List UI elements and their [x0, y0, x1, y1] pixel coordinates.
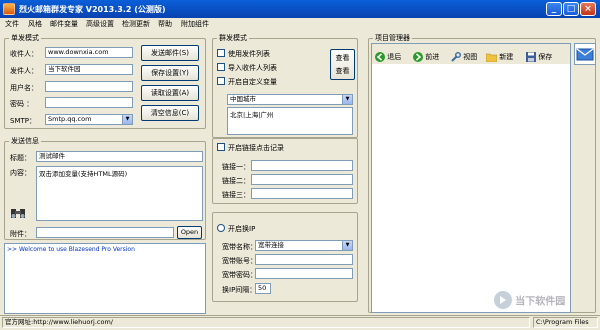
subject-label: 标题：	[10, 154, 31, 162]
bb-name-label: 宽带名称：	[222, 243, 257, 251]
project-manager-label: 项目管理器	[373, 33, 412, 43]
import-list-label: 导入收件人列表	[228, 64, 277, 72]
view-toolbar-button[interactable]: 视图	[450, 50, 477, 64]
smtp-select[interactable]: Smtp.qq.com ▼	[45, 114, 133, 125]
cities-textarea[interactable]: 北京|上海|广州	[227, 107, 353, 135]
change-ip-label: 开启换IP	[228, 225, 256, 233]
link-tracking-checkbox[interactable]	[217, 143, 225, 151]
content-textarea[interactable]: 双击添加变量(支持HTML源码)	[36, 166, 203, 221]
link3-label: 链接三：	[222, 191, 250, 199]
status-website: 官方网址:http://www.liehuorj.com/	[2, 317, 530, 328]
menu-help[interactable]: 帮助	[158, 19, 172, 29]
link3-input[interactable]	[251, 188, 353, 199]
open-button[interactable]: Open	[177, 226, 202, 239]
username-input[interactable]	[45, 81, 133, 92]
watermark-icon	[494, 291, 512, 309]
import-list-checkbox[interactable]	[217, 63, 225, 71]
forward-arrow-icon	[413, 52, 423, 62]
custom-var-checkbox[interactable]	[217, 77, 225, 85]
content-label: 内容：	[10, 169, 31, 177]
bb-password-input[interactable]	[255, 268, 353, 279]
view-button-2[interactable]: 查看	[331, 65, 354, 78]
menu-style[interactable]: 风格	[28, 19, 42, 29]
new-label: 新建	[499, 53, 514, 61]
smtp-value: Smtp.qq.com	[48, 115, 92, 123]
menu-variables[interactable]: 邮件变量	[50, 19, 78, 29]
minimize-icon[interactable]: _	[546, 2, 562, 16]
link2-label: 链接二：	[222, 177, 250, 185]
bb-account-label: 宽带账号：	[222, 257, 257, 265]
recipient-label: 收件人：	[10, 50, 38, 58]
bb-password-label: 宽带密码：	[222, 271, 257, 279]
username-label: 用户名：	[10, 84, 38, 92]
menu-bar: 文件 风格 邮件变量 高级设置 检测更新 帮助 附加组件	[0, 18, 600, 30]
view-toolbar-label: 视图	[463, 53, 478, 61]
back-label: 退后	[387, 53, 402, 61]
menu-update[interactable]: 检测更新	[122, 19, 150, 29]
save-toolbar-label: 保存	[538, 53, 553, 61]
bb-name-value: 宽带连接	[258, 241, 284, 249]
link-tracking-label: 开启链接点击记录	[228, 144, 284, 152]
sender-input[interactable]: 当下软件园	[45, 64, 133, 75]
chevron-down-icon[interactable]: ▼	[342, 95, 352, 104]
region-value: 中国城市	[230, 95, 256, 103]
folder-icon	[485, 53, 498, 63]
window-title: 烈火邮箱群发专家 V2013.3.2 (公测版)	[19, 5, 166, 14]
wrench-icon	[451, 51, 461, 62]
log-text: >> Welcome to use Blazesend Pro Version	[7, 246, 135, 253]
title-bar: 烈火邮箱群发专家 V2013.3.2 (公测版) _ □ ×	[0, 0, 600, 18]
binoculars-icon[interactable]	[10, 204, 26, 220]
back-button[interactable]: 退后	[375, 50, 401, 64]
interval-label: 换IP间隔：	[222, 286, 257, 294]
change-ip-radio[interactable]	[217, 224, 225, 232]
new-button[interactable]: 新建	[485, 50, 514, 64]
password-label: 密码 ：	[10, 100, 34, 108]
use-list-label: 使用发件列表	[228, 50, 270, 58]
floppy-disk-icon	[526, 52, 536, 62]
group-mode-label: 群发模式	[217, 33, 249, 43]
save-settings-button[interactable]: 保存设置(Y)	[141, 65, 199, 81]
send-info-label: 发送信息	[9, 136, 41, 146]
close-icon[interactable]: ×	[580, 2, 596, 16]
sender-label: 发件人：	[10, 67, 38, 75]
attachment-label: 附件：	[10, 230, 31, 238]
custom-var-label: 开启自定义变量	[228, 78, 277, 86]
subject-input[interactable]: 测试邮件	[36, 151, 203, 162]
bb-name-select[interactable]: 宽带连接 ▼	[255, 240, 353, 251]
password-input[interactable]	[45, 97, 133, 108]
chevron-down-icon[interactable]: ▼	[122, 115, 132, 124]
read-settings-button[interactable]: 读取设置(A)	[141, 85, 199, 101]
smtp-label: SMTP：	[10, 117, 36, 125]
interval-input[interactable]: 50	[255, 283, 271, 294]
mail-icon[interactable]	[574, 43, 596, 65]
chevron-down-icon[interactable]: ▼	[342, 241, 352, 250]
menu-advanced[interactable]: 高级设置	[86, 19, 114, 29]
region-select[interactable]: 中国城市 ▼	[227, 94, 353, 105]
clear-info-button[interactable]: 清空信息(C)	[141, 105, 199, 121]
recipient-input[interactable]: www.downxia.com	[45, 47, 133, 58]
menu-file[interactable]: 文件	[5, 19, 19, 29]
view-button-1[interactable]: 查看	[331, 52, 354, 65]
menu-addons[interactable]: 附加组件	[181, 19, 209, 29]
back-arrow-icon	[375, 52, 385, 62]
bb-account-input[interactable]	[255, 254, 353, 265]
forward-button[interactable]: 前进	[413, 50, 439, 64]
forward-label: 前进	[425, 53, 440, 61]
link2-input[interactable]	[251, 174, 353, 185]
link1-label: 链接一：	[222, 163, 250, 171]
watermark-logo: 当下软件园	[493, 290, 593, 312]
use-list-checkbox[interactable]	[217, 49, 225, 57]
project-pane[interactable]	[371, 43, 571, 313]
save-toolbar-button[interactable]: 保存	[526, 50, 552, 64]
maximize-icon[interactable]: □	[563, 2, 579, 16]
link1-input[interactable]	[251, 160, 353, 171]
attachment-input[interactable]	[36, 227, 174, 238]
log-panel: >> Welcome to use Blazesend Pro Version	[4, 243, 206, 314]
single-mode-label: 单发模式	[9, 33, 41, 43]
view-buttons: 查看 查看	[330, 49, 355, 80]
watermark-text: 当下软件园	[515, 296, 566, 308]
send-mail-button[interactable]: 发送邮件(S)	[141, 45, 199, 61]
status-path: C:\Program Files	[533, 317, 598, 328]
app-icon	[3, 3, 15, 15]
